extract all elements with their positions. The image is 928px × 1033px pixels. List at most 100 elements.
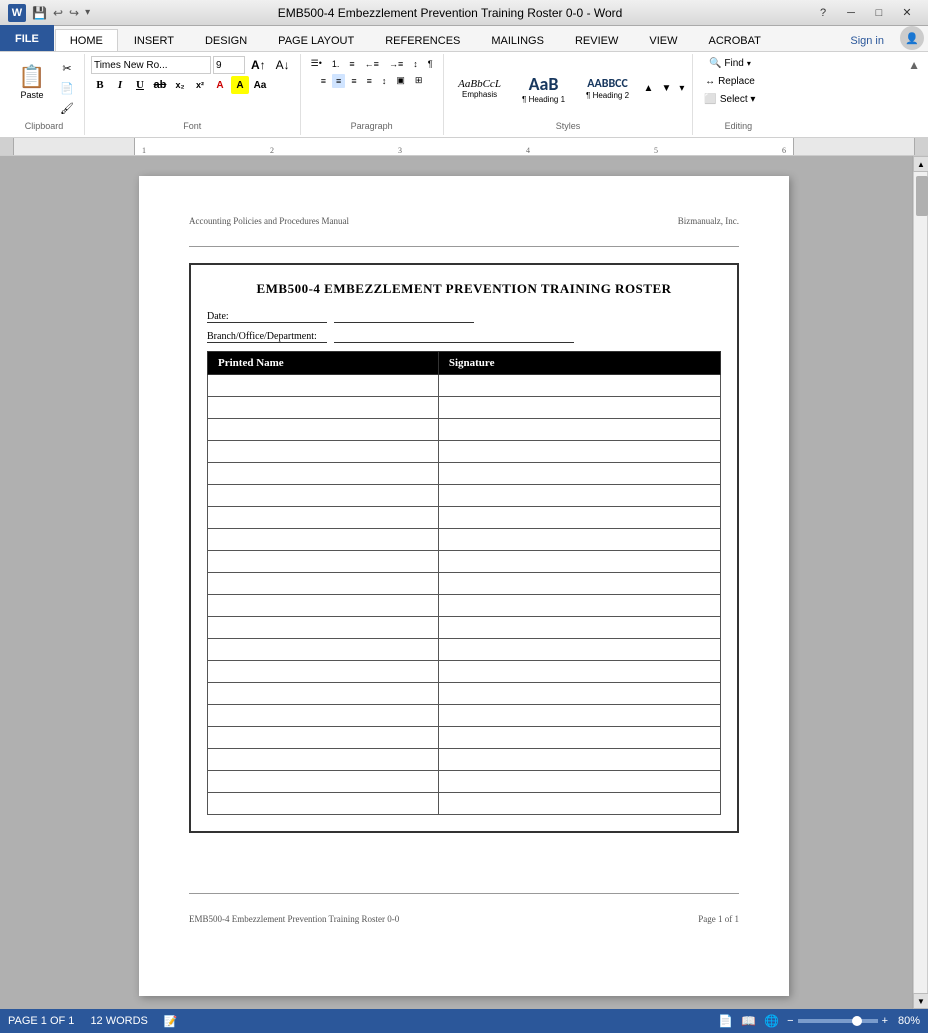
sign-in-button[interactable]: Sign in [838, 31, 896, 51]
scroll-thumb[interactable] [916, 176, 928, 216]
zoom-controls[interactable]: − + 80% [787, 1015, 920, 1027]
border-button[interactable]: ⊞ [411, 73, 427, 88]
bullets-button[interactable]: ☰• [307, 56, 326, 71]
help-button[interactable]: ? [810, 3, 836, 23]
bold-button[interactable]: B [91, 76, 109, 94]
styles-more[interactable]: ▾ [677, 81, 686, 96]
col-printed-name: Printed Name [208, 352, 439, 375]
name-cell [208, 551, 439, 573]
page-footer: EMB500-4 Embezzlement Prevention Trainin… [189, 914, 739, 924]
signature-cell [438, 397, 720, 419]
quick-access-save[interactable]: 💾 [32, 6, 47, 20]
date-line [334, 311, 474, 323]
italic-button[interactable]: I [111, 76, 129, 94]
subscript-button[interactable]: x₂ [171, 76, 189, 94]
styles-scroll-down[interactable]: ▼ [659, 81, 673, 96]
branch-line [334, 331, 574, 343]
view-web-button[interactable]: 🌐 [764, 1014, 779, 1028]
view-read-button[interactable]: 📖 [741, 1014, 756, 1028]
name-cell [208, 419, 439, 441]
quick-access-redo[interactable]: ↪ [69, 6, 79, 20]
shading-button[interactable]: ▣ [392, 73, 409, 88]
decrease-indent-button[interactable]: ←≡ [361, 57, 383, 71]
highlight-button[interactable]: A [231, 76, 249, 94]
name-cell [208, 793, 439, 815]
increase-font-size-button[interactable]: A↑ [247, 56, 270, 74]
text-color-button[interactable]: A [211, 76, 229, 94]
tab-mailings[interactable]: MAILINGS [476, 29, 559, 51]
zoom-slider[interactable] [798, 1019, 878, 1023]
signature-cell [438, 375, 720, 397]
view-print-button[interactable]: 📄 [718, 1014, 733, 1028]
signature-cell [438, 507, 720, 529]
align-left-button[interactable]: ≡ [317, 74, 330, 88]
signature-cell [438, 551, 720, 573]
table-row [208, 727, 721, 749]
proofing-icon[interactable]: 📝 [164, 1015, 178, 1028]
increase-indent-button[interactable]: →≡ [385, 57, 407, 71]
style-heading1[interactable]: AaB ¶ Heading 1 [514, 70, 574, 107]
maximize-button[interactable]: □ [866, 3, 892, 23]
zoom-in-button[interactable]: + [882, 1015, 888, 1027]
signature-cell [438, 639, 720, 661]
tab-insert[interactable]: INSERT [119, 29, 189, 51]
name-cell [208, 705, 439, 727]
align-center-button[interactable]: ≡ [332, 74, 345, 88]
minimize-button[interactable]: ─ [838, 3, 864, 23]
numbering-button[interactable]: 1. [328, 57, 344, 71]
tab-file[interactable]: FILE [0, 25, 54, 51]
paste-button[interactable]: 📋 Paste [10, 56, 54, 108]
scroll-down-button[interactable]: ▼ [913, 993, 928, 1009]
table-row [208, 595, 721, 617]
find-button[interactable]: 🔍 Find ▾ [704, 56, 756, 71]
signature-cell [438, 727, 720, 749]
table-row [208, 441, 721, 463]
justify-button[interactable]: ≡ [363, 74, 376, 88]
clear-format-button[interactable]: Aa [251, 76, 269, 94]
table-row [208, 507, 721, 529]
style-heading2[interactable]: AABBCC ¶ Heading 2 [578, 74, 638, 103]
tab-home[interactable]: HOME [55, 29, 118, 51]
zoom-out-button[interactable]: − [787, 1015, 793, 1027]
font-size-input[interactable] [213, 56, 245, 74]
cut-button[interactable]: ✂ [56, 59, 78, 77]
signature-cell [438, 529, 720, 551]
close-button[interactable]: ✕ [894, 3, 920, 23]
quick-access-undo[interactable]: ↩ [53, 6, 63, 20]
replace-button[interactable]: ↔ Replace [700, 74, 760, 89]
scrollbar[interactable]: ▲ ▼ [912, 156, 928, 1009]
styles-scroll-up[interactable]: ▲ [642, 81, 656, 96]
select-button[interactable]: ⬜ Select ▾ [699, 92, 760, 107]
tab-design[interactable]: DESIGN [190, 29, 262, 51]
line-spacing-button[interactable]: ↕ [378, 74, 391, 88]
signature-cell [438, 463, 720, 485]
decrease-font-size-button[interactable]: A↓ [272, 56, 294, 74]
strikethrough-button[interactable]: ab [151, 76, 169, 94]
scroll-track[interactable] [913, 172, 928, 993]
word-count: 12 WORDS [90, 1015, 147, 1028]
title-bar: W 💾 ↩ ↪ ▾ EMB500-4 Embezzlement Preventi… [0, 0, 928, 26]
font-name-input[interactable] [91, 56, 211, 74]
multilevel-list-button[interactable]: ≡ [345, 57, 358, 71]
show-formatting-button[interactable]: ¶ [424, 57, 437, 71]
style-emphasis[interactable]: AaBbCcL Emphasis [450, 75, 510, 102]
underline-button[interactable]: U [131, 76, 149, 94]
superscript-button[interactable]: x² [191, 76, 209, 94]
tab-review[interactable]: REVIEW [560, 29, 633, 51]
align-right-button[interactable]: ≡ [347, 74, 360, 88]
document-page: Accounting Policies and Procedures Manua… [139, 176, 789, 996]
tab-acrobat[interactable]: ACROBAT [693, 29, 775, 51]
paste-label: Paste [20, 90, 43, 100]
ribbon-collapse-button[interactable]: ▲ [904, 56, 924, 74]
tab-references[interactable]: REFERENCES [370, 29, 475, 51]
name-cell [208, 771, 439, 793]
format-painter-button[interactable]: 🖌 [56, 100, 78, 118]
sort-button[interactable]: ↕ [409, 57, 422, 71]
tab-view[interactable]: VIEW [634, 29, 692, 51]
scroll-up-button[interactable]: ▲ [913, 156, 928, 172]
document-area: ▲ ▼ Accounting Policies and Procedures M… [0, 156, 928, 1009]
name-cell [208, 639, 439, 661]
ribbon-tabs: FILE HOME INSERT DESIGN PAGE LAYOUT REFE… [0, 26, 928, 52]
tab-page-layout[interactable]: PAGE LAYOUT [263, 29, 369, 51]
copy-button[interactable]: 📄 [56, 79, 78, 97]
